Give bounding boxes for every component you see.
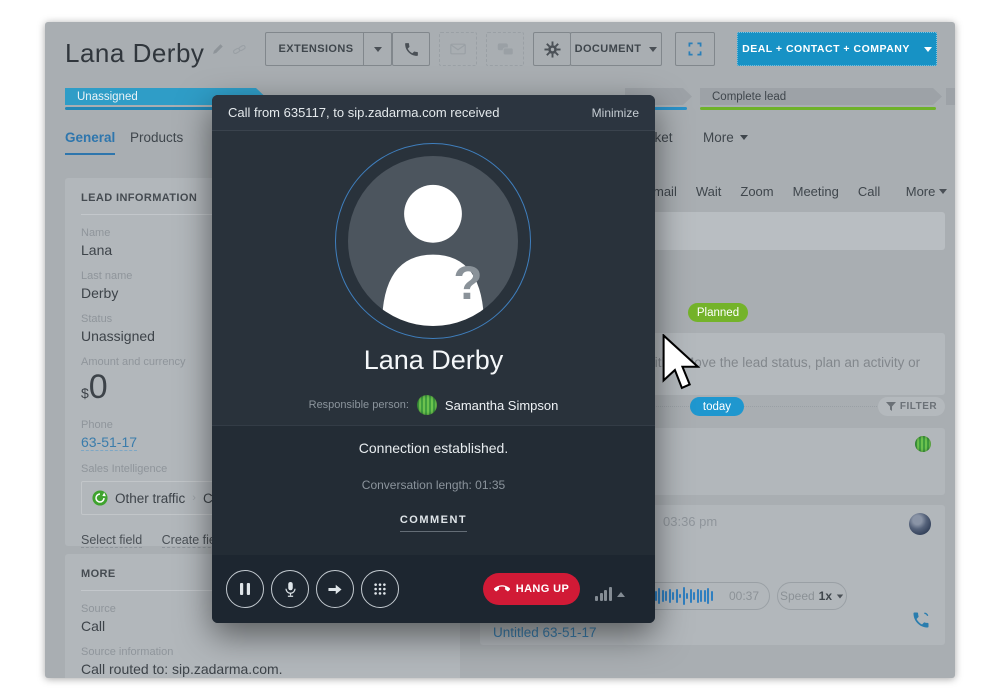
stage-next-sliver <box>946 88 955 105</box>
email-button[interactable] <box>439 32 477 66</box>
select-field-link[interactable]: Select field <box>81 533 142 548</box>
tab-more-label: More <box>703 130 734 145</box>
audio-duration: 00:37 <box>729 589 759 603</box>
entry-time: 03:36 pm <box>663 514 717 529</box>
page-title: Lana Derby <box>65 38 204 68</box>
speed-value: 1x <box>819 589 832 603</box>
extensions-button[interactable]: EXTENSIONS <box>265 32 392 66</box>
tab-products[interactable]: Products <box>130 130 183 153</box>
responsible-label: Responsible person: <box>309 399 409 411</box>
timeline-actions-row: E-mail Wait Zoom Meeting Call More <box>640 184 947 199</box>
link-icon[interactable] <box>232 43 247 61</box>
playback-speed-control[interactable]: Speed 1x <box>777 582 847 610</box>
phone-link[interactable]: 63-51-17 <box>81 434 137 451</box>
conversation-length: Conversation length: 01:35 <box>212 478 655 492</box>
action-call[interactable]: Call <box>858 184 880 199</box>
hint-text: Move the lead status, plan an activity o… <box>683 355 920 370</box>
hold-button[interactable] <box>226 570 264 608</box>
transfer-button[interactable] <box>316 570 354 608</box>
source-info-value[interactable]: Call routed to: sip.zadarma.com. <box>81 661 444 677</box>
microphone-icon <box>283 581 298 598</box>
planned-badge: Planned <box>688 303 748 322</box>
create-deal-contact-company-button[interactable]: DEAL + CONTACT + COMPANY <box>737 32 937 66</box>
hang-up-label: HANG UP <box>516 583 570 595</box>
traffic-source-icon <box>92 490 108 506</box>
call-controls-bar: HANG UP <box>212 555 655 623</box>
speed-caret-icon <box>837 594 843 598</box>
action-more-label: More <box>906 184 936 199</box>
chat-bubbles-icon <box>497 42 514 57</box>
extensions-caret[interactable] <box>363 33 392 65</box>
tab-general[interactable]: General <box>65 130 115 155</box>
action-wait[interactable]: Wait <box>696 184 722 199</box>
gear-icon <box>544 41 561 58</box>
responsible-row: Responsible person: Samantha Simpson <box>212 395 655 415</box>
tab-more[interactable]: More <box>703 130 748 153</box>
call-popup-title: Call from 635117, to sip.zadarma.com rec… <box>228 105 499 120</box>
document-caret-icon <box>649 47 657 52</box>
expand-icon <box>687 41 703 57</box>
create-button-label: DEAL + CONTACT + COMPANY <box>742 43 910 55</box>
quality-caret-icon <box>617 592 625 597</box>
comment-button[interactable]: COMMENT <box>400 514 467 532</box>
crm-lead-page: Lana Derby EXTENSIONS DOCUMENT DEAL + CO… <box>45 22 955 678</box>
create-button-caret-icon <box>924 47 932 52</box>
call-status-section: Connection established. Conversation len… <box>212 425 655 555</box>
call-record-link[interactable]: Untitled 63-51-17 <box>493 625 597 640</box>
amount-currency: $ <box>81 385 89 401</box>
today-badge[interactable]: today <box>690 397 744 416</box>
extensions-label: EXTENSIONS <box>279 43 354 55</box>
hang-up-button[interactable]: HANG UP <box>483 573 580 605</box>
user-photo-avatar <box>909 513 931 535</box>
connection-status: Connection established. <box>212 440 655 456</box>
responsible-avatar <box>915 436 931 452</box>
responsible-avatar <box>417 395 437 415</box>
funnel-icon <box>886 402 896 411</box>
stage-complete-stripe <box>700 107 936 110</box>
avatar-ring: ? <box>335 143 531 339</box>
filter-button[interactable]: FILTER <box>878 397 945 416</box>
document-label: DOCUMENT <box>575 43 642 55</box>
page-title-row: Lana Derby <box>65 38 247 69</box>
call-quality-indicator[interactable] <box>595 587 625 601</box>
mute-button[interactable] <box>271 570 309 608</box>
contact-avatar-placeholder: ? <box>348 156 518 326</box>
minimize-button[interactable]: Minimize <box>592 106 639 120</box>
call-type-icon <box>911 610 931 630</box>
chevron-right-icon: › <box>192 492 196 504</box>
expand-button[interactable] <box>675 32 715 66</box>
forward-arrow-icon <box>327 583 343 596</box>
person-silhouette-icon: ? <box>348 156 518 326</box>
dialpad-button[interactable] <box>361 570 399 608</box>
keypad-icon <box>373 582 387 596</box>
call-popup-header: Call from 635117, to sip.zadarma.com rec… <box>212 95 655 131</box>
chat-button[interactable] <box>486 32 524 66</box>
amount-value[interactable]: 0 <box>89 368 108 406</box>
document-button[interactable]: DOCUMENT <box>570 32 662 66</box>
hang-up-icon <box>494 581 510 597</box>
si-source: Other traffic <box>115 491 185 506</box>
action-more[interactable]: More <box>906 184 947 199</box>
call-contact-name: Lana Derby <box>212 345 655 376</box>
responsible-name[interactable]: Samantha Simpson <box>445 398 558 413</box>
speed-label: Speed <box>780 589 815 603</box>
phone-icon <box>403 41 420 58</box>
call-button[interactable] <box>392 32 430 66</box>
filter-label: FILTER <box>900 401 937 412</box>
envelope-icon <box>450 43 466 55</box>
pause-icon <box>239 582 251 596</box>
edit-title-icon[interactable] <box>211 42 225 61</box>
call-popup: Call from 635117, to sip.zadarma.com rec… <box>212 95 655 623</box>
action-meeting[interactable]: Meeting <box>793 184 839 199</box>
stage-complete-lead[interactable]: Complete lead <box>700 88 942 105</box>
settings-button[interactable] <box>533 32 571 66</box>
source-info-label: Source information <box>81 646 444 658</box>
question-mark: ? <box>453 257 482 310</box>
action-zoom[interactable]: Zoom <box>740 184 773 199</box>
